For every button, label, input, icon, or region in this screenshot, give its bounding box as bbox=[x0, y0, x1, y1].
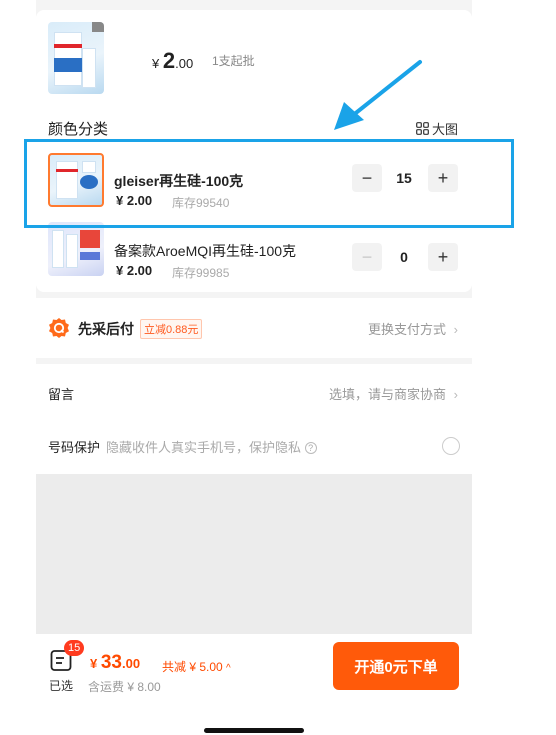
quantity-value[interactable]: 0 bbox=[384, 249, 424, 265]
product-card: ¥ 2.00 1支起批 颜色分类 大图 gleiser再生硅-100克 ¥ 2.… bbox=[36, 10, 472, 292]
payment-method-row[interactable]: 先采后付 立减0.88元 更换支付方式 › bbox=[36, 298, 472, 358]
plus-icon: + bbox=[437, 246, 449, 267]
minus-icon: − bbox=[361, 167, 373, 188]
home-indicator bbox=[204, 728, 304, 733]
variant-name: gleiser再生硅-100克 bbox=[114, 173, 244, 189]
variant-stock: 库存99985 bbox=[172, 266, 230, 280]
decrease-quantity-button[interactable]: − bbox=[352, 243, 382, 271]
pay-later-title: 先采后付 bbox=[78, 321, 134, 337]
thumb-corner bbox=[92, 22, 104, 32]
privacy-hint: 隐藏收件人真实手机号，保护隐私 ? bbox=[106, 437, 317, 456]
unit-price: ¥ 2.00 bbox=[152, 48, 194, 73]
plus-icon: + bbox=[437, 167, 449, 188]
variant-name: 备案款AroeMQI再生硅-100克 bbox=[114, 243, 297, 259]
product-thumbnail[interactable] bbox=[48, 22, 104, 94]
chevron-right-icon: › bbox=[453, 322, 458, 337]
note-input[interactable]: 选填，请与商家协商 › bbox=[329, 384, 458, 403]
right-gutter bbox=[472, 0, 556, 735]
annotation-arrow-icon bbox=[334, 60, 422, 130]
variant-thumbnail[interactable] bbox=[48, 153, 104, 207]
min-batch-label: 1支起批 bbox=[212, 54, 255, 68]
blurred-content bbox=[36, 474, 472, 634]
privacy-label: 号码保护 bbox=[48, 440, 101, 455]
chevron-up-icon: ^ bbox=[226, 663, 231, 674]
pay-later-icon bbox=[49, 318, 69, 338]
checkout-bar: 15 已选 ¥ 33.00 共减 ¥ 5.00 ^ 含运费 ¥ 8.00 开通0… bbox=[36, 634, 472, 735]
chevron-right-icon: › bbox=[453, 387, 458, 402]
pay-discount-badge: 立减0.88元 bbox=[140, 319, 203, 339]
variant-thumbnail[interactable] bbox=[48, 222, 104, 276]
submit-order-button[interactable]: 开通0元下单 bbox=[333, 642, 459, 690]
discount-toggle[interactable]: 共减 ¥ 5.00 ^ bbox=[162, 658, 231, 675]
help-icon[interactable]: ? bbox=[304, 442, 317, 454]
shipping-fee: 含运费 ¥ 8.00 bbox=[88, 680, 161, 694]
decrease-quantity-button[interactable]: − bbox=[352, 164, 382, 192]
privacy-toggle[interactable] bbox=[442, 437, 460, 455]
note-label: 留言 bbox=[48, 387, 75, 402]
variant-section-title: 颜色分类 bbox=[48, 121, 109, 138]
variant-stock: 库存99540 bbox=[172, 196, 230, 210]
order-options-card: 留言 选填，请与商家协商 › 号码保护 隐藏收件人真实手机号，保护隐私 ? bbox=[36, 364, 472, 474]
selected-label: 已选 bbox=[49, 679, 74, 693]
variant-price: ¥ 2.00 bbox=[116, 193, 153, 208]
increase-quantity-button[interactable]: + bbox=[428, 164, 458, 192]
total-price: ¥ 33.00 bbox=[90, 652, 141, 673]
increase-quantity-button[interactable]: + bbox=[428, 243, 458, 271]
minus-icon: − bbox=[361, 246, 373, 267]
cart-count-badge: 15 bbox=[64, 640, 85, 656]
left-gutter bbox=[0, 0, 36, 735]
change-payment-link[interactable]: 更换支付方式 › bbox=[368, 319, 458, 338]
quantity-value[interactable]: 15 bbox=[384, 170, 424, 186]
variant-price: ¥ 2.00 bbox=[116, 263, 153, 278]
